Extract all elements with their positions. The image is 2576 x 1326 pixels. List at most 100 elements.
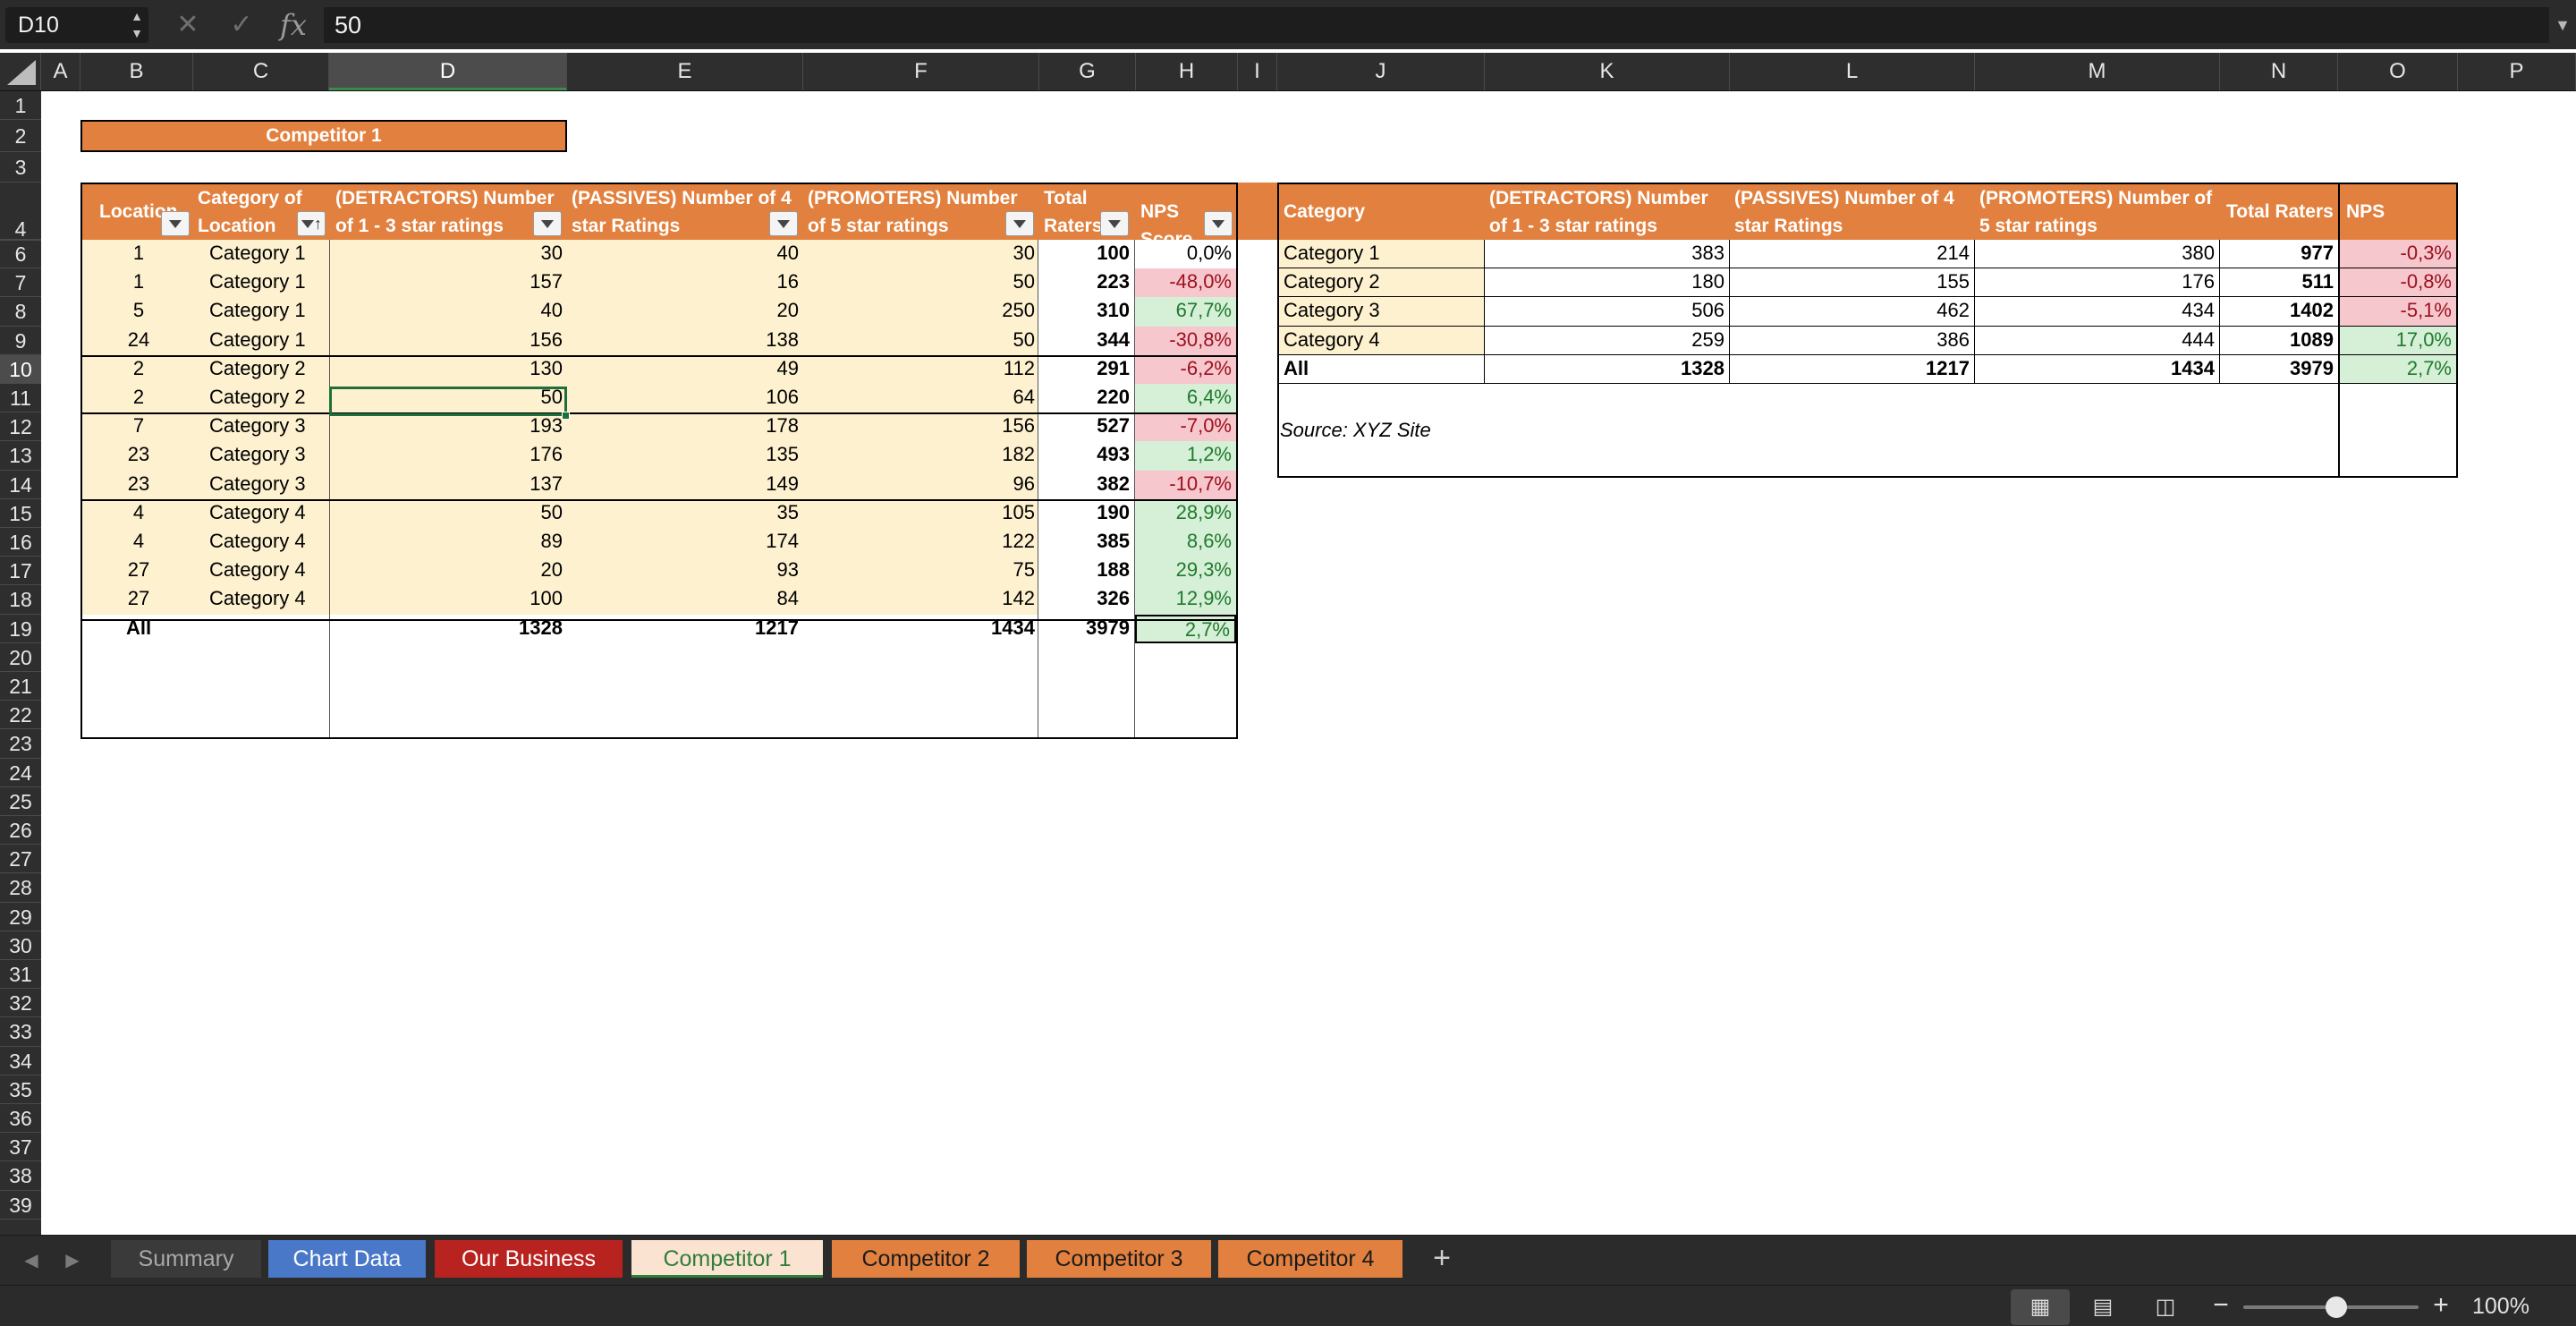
cell-location[interactable]: 27 xyxy=(82,557,195,586)
cell-nps-score[interactable]: 28,9% xyxy=(1135,498,1236,528)
cell-nps-score[interactable]: -6,2% xyxy=(1135,354,1236,384)
filter-total-raters-button[interactable] xyxy=(1100,211,1129,236)
cell-total-raters[interactable]: 527 xyxy=(1038,412,1134,442)
zoom-level[interactable]: 100% xyxy=(2472,1286,2529,1326)
cell-passives[interactable]: 149 xyxy=(567,470,803,499)
confirm-icon[interactable]: ✓ xyxy=(225,7,258,43)
row-header-26[interactable]: 26 xyxy=(0,816,41,846)
cell-passives[interactable]: 178 xyxy=(567,412,803,442)
column-header-m[interactable]: M xyxy=(1975,53,2220,90)
cell-detractors[interactable]: 137 xyxy=(330,470,567,499)
scroll-tabs-left-icon[interactable]: ◀ xyxy=(18,1236,45,1286)
filter-promoters-button[interactable] xyxy=(1005,211,1034,236)
cell-nps-score[interactable]: -48,0% xyxy=(1135,268,1236,298)
right-cell-promoters[interactable]: 444 xyxy=(1975,326,2220,355)
zoom-slider-thumb[interactable] xyxy=(2325,1296,2347,1318)
cell-total-raters[interactable]: 100 xyxy=(1038,240,1134,269)
column-header-a[interactable]: A xyxy=(41,53,80,90)
cell-passives[interactable]: 40 xyxy=(567,240,803,269)
fill-handle[interactable] xyxy=(562,412,570,420)
cell-promoters[interactable]: 50 xyxy=(803,326,1039,355)
right-cell-total-raters[interactable]: 511 xyxy=(2220,268,2338,298)
cell-passives[interactable]: 84 xyxy=(567,585,803,615)
cell-nps-score[interactable]: -30,8% xyxy=(1135,326,1236,355)
cell-detractors[interactable]: 50 xyxy=(330,498,567,528)
cell-promoters[interactable]: 182 xyxy=(803,441,1039,471)
cell-location[interactable]: 27 xyxy=(82,585,195,615)
cell-category[interactable]: Category 3 xyxy=(193,470,329,499)
column-header-o[interactable]: O xyxy=(2338,53,2458,90)
name-box[interactable]: D10 xyxy=(5,7,148,43)
cell-total-raters[interactable]: 188 xyxy=(1038,557,1134,586)
right-cell-category[interactable]: Category 1 xyxy=(1279,240,1485,269)
right-cell-nps[interactable]: 17,0% xyxy=(2340,326,2456,355)
filter-detractors-button[interactable] xyxy=(533,211,562,236)
cell-promoters[interactable]: 112 xyxy=(803,354,1039,384)
row-header-37[interactable]: 37 xyxy=(0,1133,41,1162)
row-header-27[interactable]: 27 xyxy=(0,845,41,874)
cell-location[interactable]: 4 xyxy=(82,498,195,528)
column-header-b[interactable]: B xyxy=(80,53,193,90)
right-header-promoters[interactable]: (PROMOTERS) Number of 5 star ratings xyxy=(1975,183,2218,240)
add-sheet-button[interactable]: + xyxy=(1420,1240,1463,1278)
cell-total-raters[interactable]: 344 xyxy=(1038,326,1134,355)
cell-promoters[interactable]: 50 xyxy=(803,268,1039,298)
right-cell-detractors[interactable]: 383 xyxy=(1485,240,1730,269)
right-cell-detractors[interactable]: 506 xyxy=(1485,297,1730,327)
row-header-9[interactable]: 9 xyxy=(0,327,41,355)
header-passives[interactable]: (PASSIVES) Number of 4 star Ratings xyxy=(567,183,803,240)
right-cell-passives[interactable]: 1217 xyxy=(1730,354,1975,384)
cell-category[interactable]: Category 1 xyxy=(193,326,329,355)
source-note[interactable]: Source: XYZ Site xyxy=(1275,417,1544,446)
cell-passives[interactable]: 49 xyxy=(567,354,803,384)
column-header-j[interactable]: J xyxy=(1277,53,1485,90)
row-header-22[interactable]: 22 xyxy=(0,701,41,730)
cell-category[interactable]: Category 4 xyxy=(193,528,329,557)
cell-total-raters[interactable]: 223 xyxy=(1038,268,1134,298)
cell-passives[interactable]: 174 xyxy=(567,528,803,557)
row-header-25[interactable]: 25 xyxy=(0,787,41,816)
cell-detractors[interactable]: 176 xyxy=(330,441,567,471)
cell-detractors[interactable]: 193 xyxy=(330,412,567,442)
right-header-category[interactable]: Category xyxy=(1279,183,1483,240)
right-cell-nps[interactable]: -5,1% xyxy=(2340,297,2456,327)
filter-nps-button[interactable] xyxy=(1204,211,1233,236)
cell-location[interactable]: 1 xyxy=(82,268,195,298)
header-detractors[interactable]: (DETRACTORS) Number of 1 - 3 star rating… xyxy=(331,183,567,240)
row-header-8[interactable]: 8 xyxy=(0,297,41,327)
cell-detractors[interactable]: 130 xyxy=(330,354,567,384)
row-header-11[interactable]: 11 xyxy=(0,384,41,413)
row-header-33[interactable]: 33 xyxy=(0,1017,41,1047)
row-header-20[interactable]: 20 xyxy=(0,643,41,672)
row-header-31[interactable]: 31 xyxy=(0,960,41,990)
formula-input[interactable]: 50 xyxy=(324,7,2549,43)
right-cell-promoters[interactable]: 380 xyxy=(1975,240,2220,269)
cell-total-raters[interactable]: 385 xyxy=(1038,528,1134,557)
right-header-total-raters[interactable]: Total Raters xyxy=(2222,183,2340,240)
column-header-e[interactable]: E xyxy=(567,53,803,90)
sheet-tab-competitor-2[interactable]: Competitor 2 xyxy=(832,1240,1020,1278)
right-cell-passives[interactable]: 462 xyxy=(1730,297,1975,327)
cell-detractors[interactable]: 40 xyxy=(330,297,567,327)
cell-nps-score[interactable]: 29,3% xyxy=(1135,557,1236,586)
scroll-tabs-right-icon[interactable]: ▶ xyxy=(59,1236,86,1286)
sheet-tab-summary[interactable]: Summary xyxy=(111,1240,261,1278)
cell-total-raters[interactable]: 326 xyxy=(1038,585,1134,615)
cell-nps-score[interactable]: 12,9% xyxy=(1135,585,1236,615)
row-header-32[interactable]: 32 xyxy=(0,989,41,1018)
row-header-14[interactable]: 14 xyxy=(0,471,41,499)
column-header-g[interactable]: G xyxy=(1039,53,1136,90)
cell-passives[interactable]: 20 xyxy=(567,297,803,327)
select-all-button[interactable] xyxy=(0,53,41,90)
cell-nps-score[interactable]: -7,0% xyxy=(1135,412,1236,442)
cell-location[interactable]: 23 xyxy=(82,470,195,499)
cell-promoters[interactable]: 96 xyxy=(803,470,1039,499)
column-header-c[interactable]: C xyxy=(193,53,329,90)
cell-promoters[interactable]: 156 xyxy=(803,412,1039,442)
column-header-d[interactable]: D xyxy=(329,53,567,90)
sheet-tab-our-business[interactable]: Our Business xyxy=(435,1240,623,1278)
row-header-34[interactable]: 34 xyxy=(0,1047,41,1075)
row-header-4[interactable]: 4 xyxy=(0,183,41,240)
cell-category[interactable]: Category 1 xyxy=(193,268,329,298)
column-header-i[interactable]: I xyxy=(1238,53,1277,90)
